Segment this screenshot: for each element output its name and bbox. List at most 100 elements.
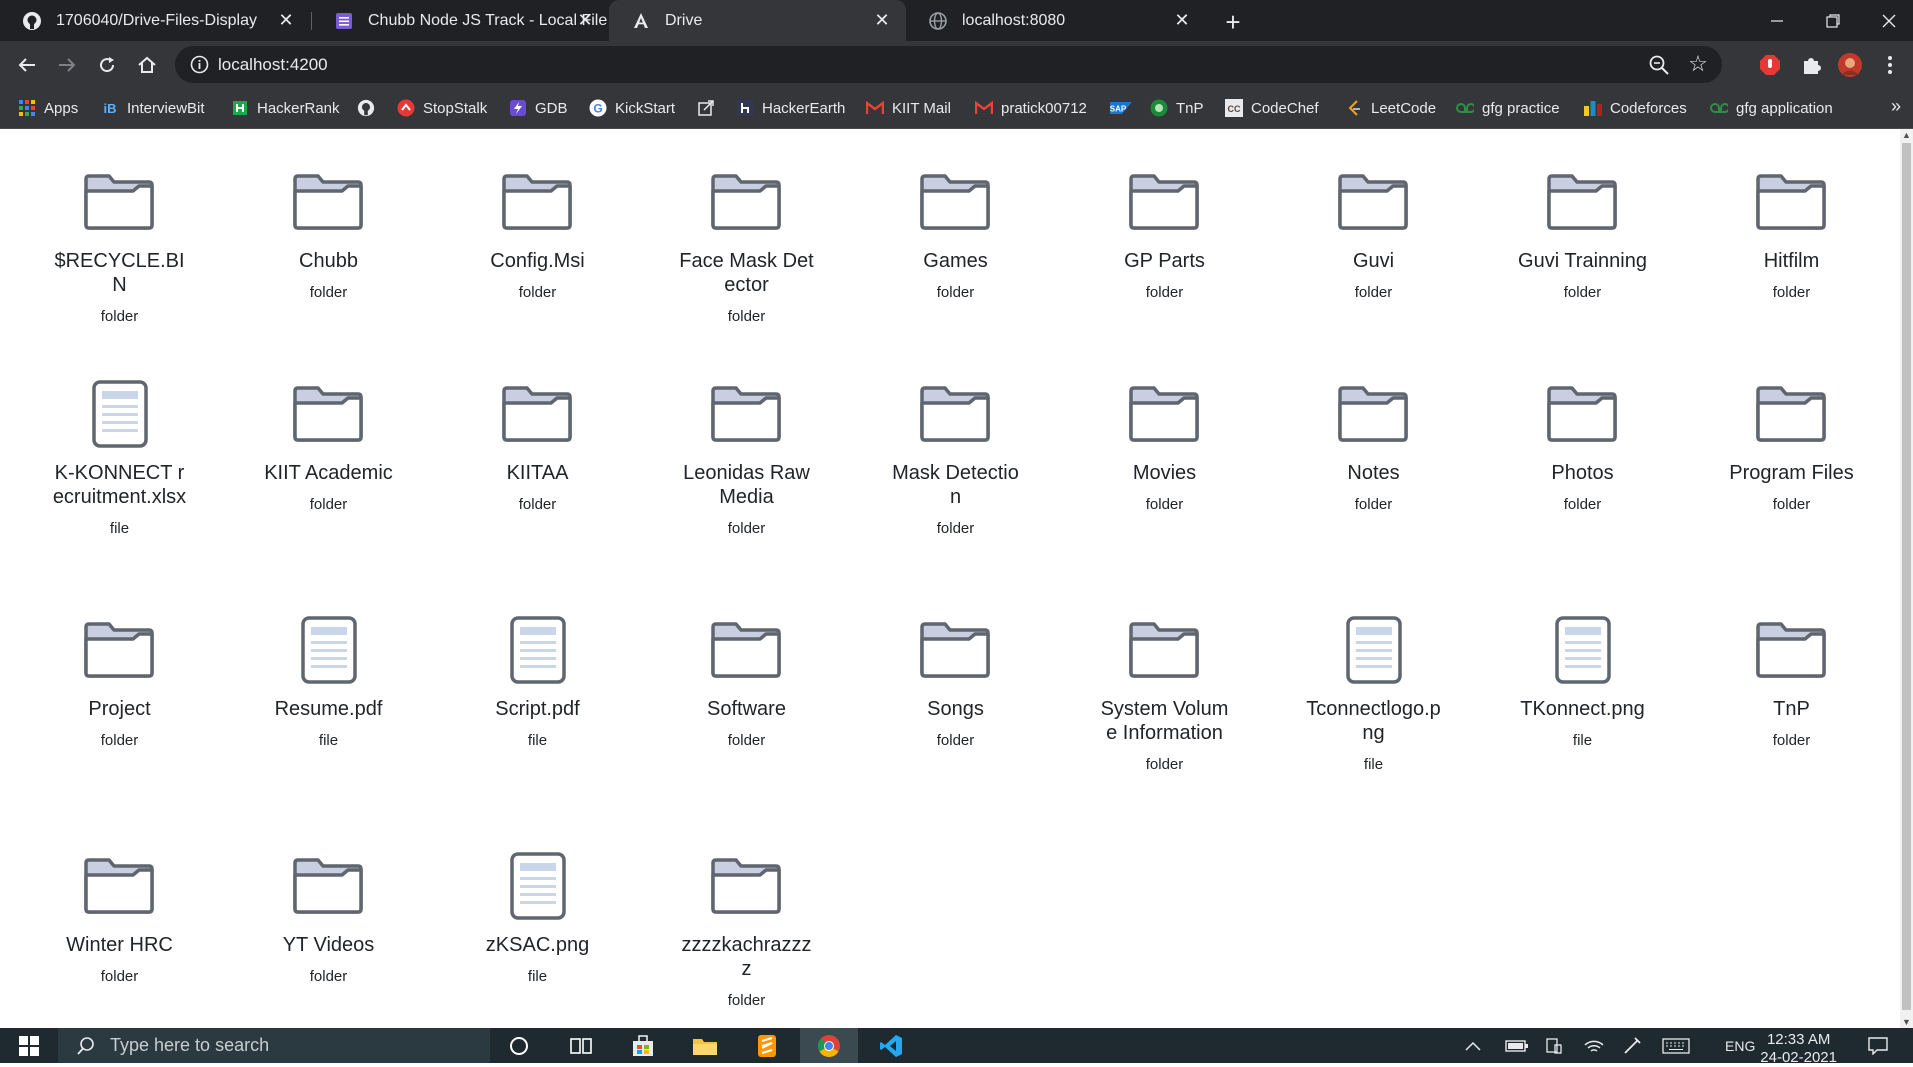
tab-drive[interactable]: Drive ✕ [609,0,906,41]
wifi-icon[interactable] [1583,1028,1605,1063]
drive-item[interactable]: zKSAC.png file [433,813,642,1028]
bookmark-leetcode[interactable]: LeetCode [1345,88,1436,128]
close-tab-icon[interactable]: ✕ [575,10,595,30]
drive-item[interactable]: System Volume Information folder [1060,577,1269,813]
bookmark-hackerrank[interactable]: HackerRank [231,88,340,128]
folder-icon[interactable] [80,167,160,237]
sublime-text-icon[interactable] [738,1028,796,1063]
drive-item[interactable]: K-KONNECT recruitment.xlsx file [15,341,224,577]
drive-item[interactable]: Guvi folder [1269,129,1478,341]
folder-icon[interactable] [80,615,160,685]
folder-icon[interactable] [289,167,369,237]
folder-icon[interactable] [707,379,787,449]
folder-icon[interactable] [1125,167,1205,237]
drive-item[interactable]: Project folder [15,577,224,813]
drive-item[interactable]: Hitfilm folder [1687,129,1896,341]
drive-item[interactable]: Notes folder [1269,341,1478,577]
drive-item[interactable]: $RECYCLE.BIN folder [15,129,224,341]
drive-item[interactable]: KIITAA folder [433,341,642,577]
drive-item[interactable]: Script.pdf file [433,577,642,813]
file-explorer-icon[interactable] [676,1028,734,1063]
home-icon[interactable] [132,50,162,80]
folder-icon[interactable] [289,379,369,449]
file-icon[interactable] [289,615,369,685]
forward-icon[interactable] [52,50,82,80]
drive-item[interactable]: Face Mask Detector folder [642,129,851,341]
bookmark-sap[interactable]: SAP [1110,88,1140,128]
close-tab-icon[interactable]: ✕ [1172,10,1192,30]
bookmark-codechef[interactable]: CC CodeChef [1225,88,1319,128]
drive-item[interactable]: zzzzkachrazzzz folder [642,813,851,1028]
drive-item[interactable]: Movies folder [1060,341,1269,577]
task-view-icon[interactable] [552,1028,610,1063]
input-language[interactable]: ENG [1725,1028,1755,1063]
drive-item[interactable]: Leonidas Raw Media folder [642,341,851,577]
file-icon[interactable] [1543,615,1623,685]
bookmark-kickstart[interactable]: G KickStart [589,88,675,128]
folder-icon[interactable] [1752,167,1832,237]
windows-start-icon[interactable] [0,1028,58,1063]
file-icon[interactable] [498,851,578,921]
folder-icon[interactable] [1334,167,1414,237]
folder-icon[interactable] [707,615,787,685]
profile-avatar[interactable] [1838,53,1862,77]
bookmark-gfg-practice[interactable]: gfg practice [1456,88,1560,128]
pen-icon[interactable] [1622,1028,1642,1063]
folder-icon[interactable] [1752,379,1832,449]
tab-localhost-8080[interactable]: localhost:8080 ✕ [906,0,1206,41]
bookmark-external[interactable] [697,88,723,128]
new-tab-button[interactable]: + [1219,7,1247,37]
drive-item[interactable]: Chubb folder [224,129,433,341]
site-info-icon[interactable] [190,55,209,74]
tray-overflow-icon[interactable] [1465,1028,1481,1063]
folder-icon[interactable] [707,167,787,237]
bookmark-apps[interactable]: Apps [18,88,78,128]
kebab-menu-icon[interactable] [1878,53,1902,77]
folder-icon[interactable] [498,379,578,449]
drive-item[interactable]: Photos folder [1478,341,1687,577]
file-icon[interactable] [1334,615,1414,685]
scroll-up-arrow-icon[interactable]: ▲ [1900,129,1913,141]
close-tab-icon[interactable]: ✕ [872,10,892,30]
taskbar-clock[interactable]: 12:33 AM 24-02-2021 [1760,1031,1837,1067]
close-window-icon[interactable] [1861,0,1913,41]
file-icon[interactable] [498,615,578,685]
folder-icon[interactable] [1125,615,1205,685]
bookmark-interviewbit[interactable]: iB InterviewBit [101,88,205,128]
drive-item[interactable]: Program Files folder [1687,341,1896,577]
reload-icon[interactable] [92,50,122,80]
close-tab-icon[interactable]: ✕ [276,10,296,30]
extension-adblock-icon[interactable] [1758,53,1782,77]
drive-item[interactable]: Guvi Trainning folder [1478,129,1687,341]
bookmark-codeforces[interactable]: Codeforces [1584,88,1687,128]
folder-icon[interactable] [916,379,996,449]
store-icon[interactable] [614,1028,672,1063]
drive-item[interactable]: Resume.pdf file [224,577,433,813]
bookmark-gfg-application[interactable]: gfg application [1710,88,1833,128]
extensions-puzzle-icon[interactable] [1799,53,1823,77]
folder-icon[interactable] [916,615,996,685]
vscode-icon[interactable] [862,1028,920,1063]
folder-icon[interactable] [1543,379,1623,449]
touch-keyboard-icon[interactable] [1662,1028,1690,1063]
bookmark-star-icon[interactable]: ☆ [1686,52,1710,76]
drive-item[interactable]: Config.Msi folder [433,129,642,341]
address-text[interactable]: localhost:4200 [218,46,328,83]
bookmarks-overflow-button[interactable]: » [1891,96,1901,117]
tab-chubb-node[interactable]: Chubb Node JS Track - Local File ✕ [312,0,609,41]
folder-icon[interactable] [1334,379,1414,449]
drive-item[interactable]: Songs folder [851,577,1060,813]
notification-icon[interactable] [1868,1028,1888,1063]
drive-item[interactable]: Software folder [642,577,851,813]
taskbar-search-box[interactable]: Type here to search [58,1028,490,1063]
folder-icon[interactable] [1543,167,1623,237]
folder-icon[interactable] [289,851,369,921]
folder-icon[interactable] [1752,615,1832,685]
chrome-icon[interactable] [800,1028,858,1063]
bookmark-pratick[interactable]: pratick00712 [975,88,1087,128]
drive-item[interactable]: Games folder [851,129,1060,341]
drive-item[interactable]: TnP folder [1687,577,1896,813]
zoom-icon[interactable] [1648,54,1670,76]
tab-github-repo[interactable]: 1706040/Drive-Files-Display ✕ [0,0,310,41]
bookmark-hackerearth[interactable]: HackerEarth [736,88,845,128]
